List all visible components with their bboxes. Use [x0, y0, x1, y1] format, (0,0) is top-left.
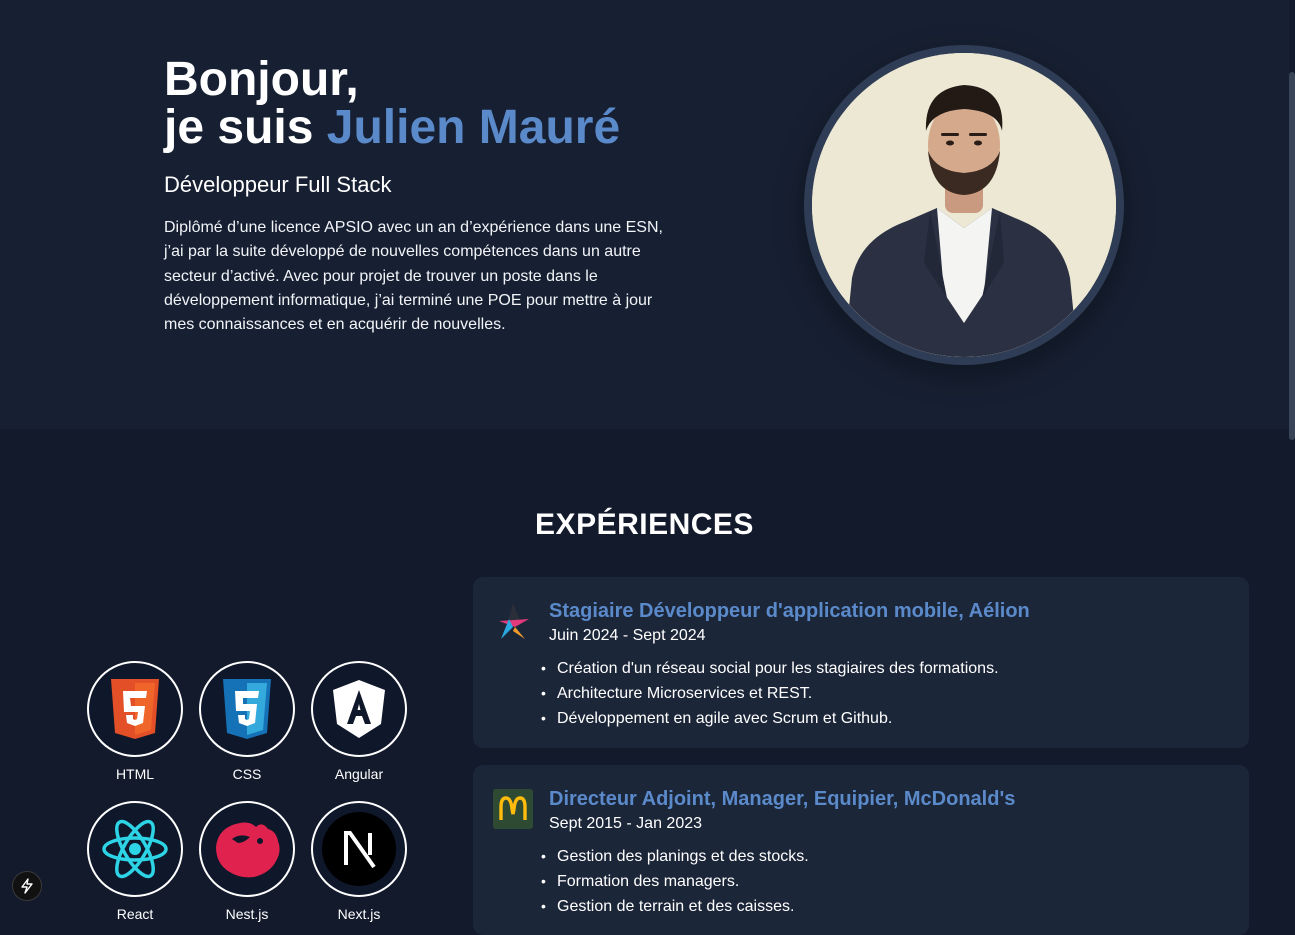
- experience-card-aelion: Stagiaire Développeur d'application mobi…: [473, 577, 1249, 748]
- skill-angular: Angular: [311, 661, 407, 782]
- list-item: Formation des managers.: [557, 869, 809, 894]
- skill-html-badge: [87, 661, 183, 757]
- hero-intro-prefix: je suis: [164, 101, 327, 154]
- experience-bullets: Création d'un réseau social pour les sta…: [557, 656, 999, 731]
- mcdonalds-logo-icon: [493, 789, 533, 829]
- hero-description: Diplômé d’une licence APSIO avec un an d…: [164, 219, 663, 334]
- experience-title: Stagiaire Développeur d'application mobi…: [549, 600, 1030, 622]
- hero-title: Bonjour, je suis Julien Mauré: [164, 56, 620, 152]
- skill-nextjs-label: Next.js: [337, 906, 381, 922]
- scrollbar-track[interactable]: [1289, 0, 1295, 913]
- skill-react-label: React: [116, 906, 154, 922]
- angular-icon: [333, 680, 385, 738]
- hero-name: Julien Mauré: [326, 101, 621, 154]
- list-item: Architecture Microservices et REST.: [557, 681, 999, 706]
- css3-icon: [223, 679, 271, 739]
- html5-icon: [111, 679, 159, 739]
- experience-dates: Juin 2024 - Sept 2024: [549, 627, 706, 644]
- skill-html-label: HTML: [115, 766, 155, 782]
- skill-nestjs-label: Nest.js: [225, 906, 269, 922]
- skill-html: HTML: [87, 661, 183, 782]
- experience-bullets: Gestion des planings et des stocks. Form…: [557, 844, 809, 919]
- skill-css-label: CSS: [232, 766, 262, 782]
- skill-nextjs: Next.js: [311, 801, 407, 922]
- skill-nestjs: Nest.js: [199, 801, 295, 922]
- aelion-star-logo-icon: [493, 601, 533, 641]
- nestjs-icon: [216, 822, 280, 878]
- list-item: Gestion de terrain et des caisses.: [557, 894, 809, 919]
- skill-css-badge: [199, 661, 295, 757]
- skill-nestjs-badge: [199, 801, 295, 897]
- profile-photo: [812, 53, 1116, 357]
- skill-angular-badge: [311, 661, 407, 757]
- skill-css: CSS: [199, 661, 295, 782]
- profile-photo-frame: [804, 45, 1124, 365]
- nextjs-icon: [322, 812, 396, 886]
- skill-angular-label: Angular: [334, 766, 384, 782]
- experience-card-mcdonalds: Directeur Adjoint, Manager, Equipier, Mc…: [473, 765, 1249, 935]
- lightning-bolt-icon: [21, 878, 33, 894]
- dev-tools-button[interactable]: [12, 871, 42, 901]
- experiences-title: EXPÉRIENCES: [535, 508, 754, 541]
- list-item: Développement en agile avec Scrum et Git…: [557, 706, 999, 731]
- skill-react: React: [87, 801, 183, 922]
- list-item: Création d'un réseau social pour les sta…: [557, 656, 999, 681]
- experience-title: Directeur Adjoint, Manager, Equipier, Mc…: [549, 788, 1016, 810]
- profile-photo-illustration: [812, 53, 1116, 357]
- react-icon: [102, 819, 168, 879]
- experience-dates: Sept 2015 - Jan 2023: [549, 815, 703, 832]
- skill-react-badge: [87, 801, 183, 897]
- list-item: Gestion des planings et des stocks.: [557, 844, 809, 869]
- hero-role: Développeur Full Stack: [164, 172, 392, 197]
- skill-nextjs-badge: [311, 801, 407, 897]
- hero-greeting: Bonjour,: [164, 53, 359, 106]
- scrollbar-thumb[interactable]: [1289, 72, 1295, 440]
